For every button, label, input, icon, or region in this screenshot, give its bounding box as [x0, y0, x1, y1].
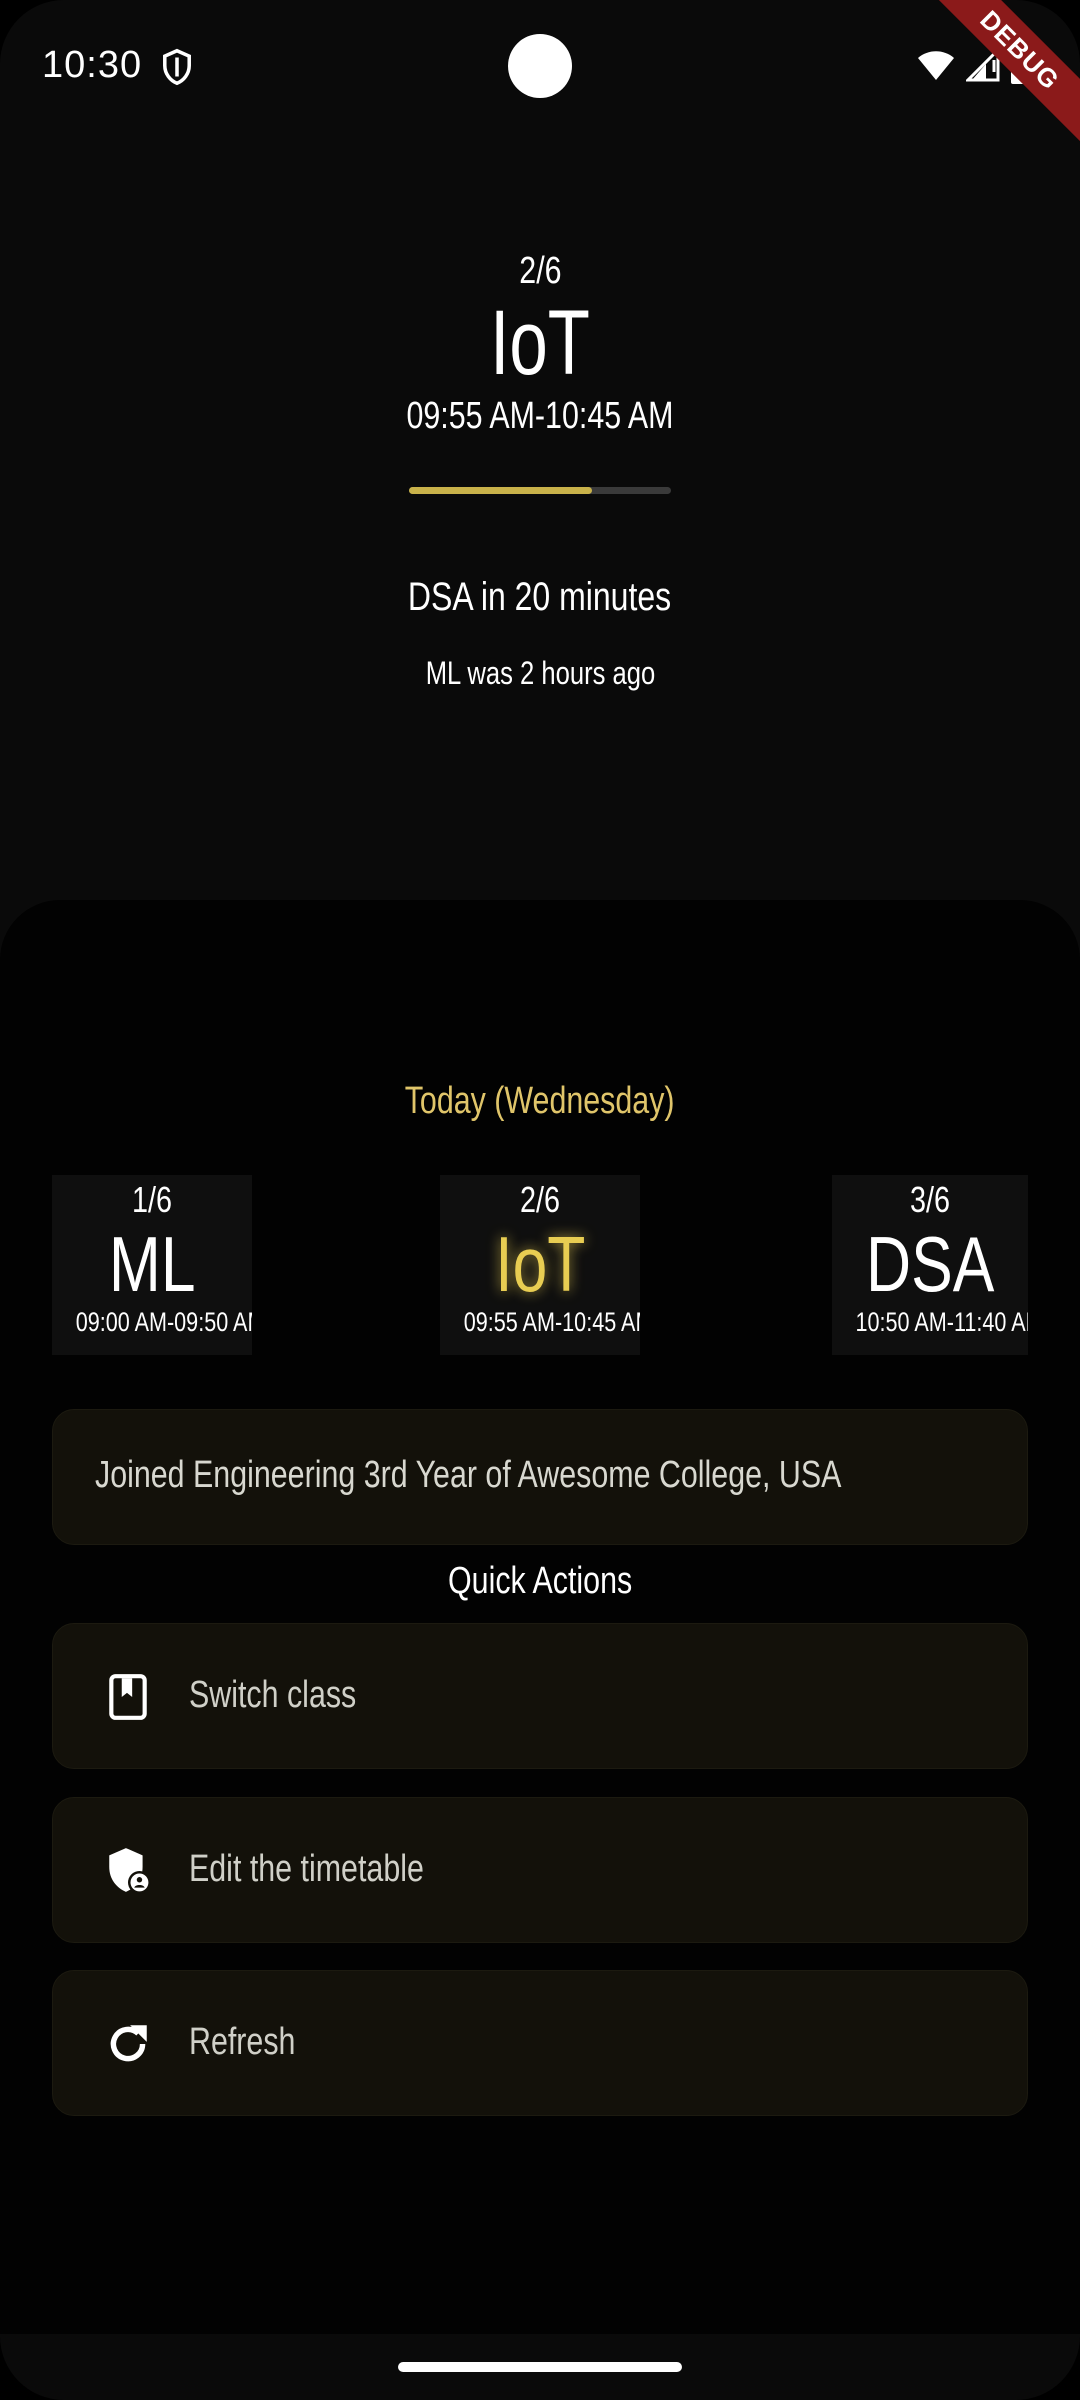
quick-actions-title-label: Quick Actions	[447, 1560, 633, 1602]
class-progress-bar	[409, 487, 671, 494]
current-class: 2/6 IoT 09:55 AM-10:45 AM	[0, 250, 1080, 438]
status-time: 10:30	[42, 44, 143, 86]
day-title: Today (Wednesday)	[0, 1080, 1080, 1123]
home-gesture-handle[interactable]	[398, 2362, 682, 2372]
class-card-index: 1/6	[131, 1179, 173, 1220]
action-label: Refresh	[189, 2021, 296, 2063]
class-card-time: 09:00 AM-09:50 AM	[75, 1307, 252, 1337]
bottom-sheet[interactable]: Today (Wednesday) 1/6 ML 09:00 AM-09:50 …	[0, 900, 1080, 2400]
day-title-label: Today (Wednesday)	[405, 1080, 675, 1122]
joined-info-card[interactable]: Joined Engineering 3rd Year of Awesome C…	[52, 1409, 1028, 1545]
class-card-time: 10:50 AM-11:40 AM	[855, 1307, 1028, 1337]
class-card-2[interactable]: 2/6 IoT 09:55 AM-10:45 AM	[440, 1175, 640, 1355]
wifi-icon	[918, 51, 954, 80]
current-class-index: 2/6	[518, 250, 562, 292]
joined-info-label: Joined Engineering 3rd Year of Awesome C…	[95, 1454, 842, 1496]
edit-timetable-button[interactable]: Edit the timetable	[52, 1797, 1028, 1943]
class-card-time: 09:55 AM-10:45 AM	[463, 1307, 640, 1337]
next-class-text: DSA in 20 minutes	[0, 575, 1080, 620]
class-card-name: ML	[108, 1220, 196, 1308]
class-card-index: 2/6	[519, 1179, 561, 1220]
status-bar: 10:30 DEBUG	[0, 0, 1080, 158]
bookmark-book-icon	[109, 1674, 147, 1720]
refresh-icon	[110, 2025, 147, 2062]
switch-class-label: Switch class	[189, 1674, 398, 1717]
edit-timetable-label: Edit the timetable	[189, 1848, 483, 1891]
app-screen: 10:30 DEBUG 2/6 IoT 09:55 AM-10:45 AM DS…	[0, 0, 1080, 2400]
action-label: Switch class	[189, 1674, 357, 1716]
class-card-name: DSA	[865, 1220, 995, 1308]
previous-class-label: ML was 2 hours ago	[425, 655, 655, 691]
next-class-label: DSA in 20 minutes	[408, 575, 672, 619]
camera-cutout	[508, 34, 572, 98]
class-progress-fill	[409, 487, 593, 494]
class-card-name: IoT	[494, 1220, 586, 1308]
class-card-1[interactable]: 1/6 ML 09:00 AM-09:50 AM	[52, 1175, 252, 1355]
refresh-button[interactable]: Refresh	[52, 1970, 1028, 2116]
quick-actions-title: Quick Actions	[0, 1560, 1080, 1603]
current-class-name: IoT	[490, 292, 590, 394]
action-label: Edit the timetable	[189, 1848, 424, 1890]
current-class-time: 09:55 AM-10:45 AM	[406, 395, 674, 437]
class-card-3[interactable]: 3/6 DSA 10:50 AM-11:40 AM	[832, 1175, 1028, 1355]
shield-icon	[163, 48, 191, 86]
joined-info-text: Joined Engineering 3rd Year of Awesome C…	[95, 1454, 1028, 1497]
admin-shield-icon	[109, 1848, 151, 1894]
switch-class-button[interactable]: Switch class	[52, 1623, 1028, 1769]
refresh-label: Refresh	[189, 2021, 322, 2064]
previous-class-text: ML was 2 hours ago	[0, 655, 1080, 692]
class-card-index: 3/6	[909, 1179, 951, 1220]
